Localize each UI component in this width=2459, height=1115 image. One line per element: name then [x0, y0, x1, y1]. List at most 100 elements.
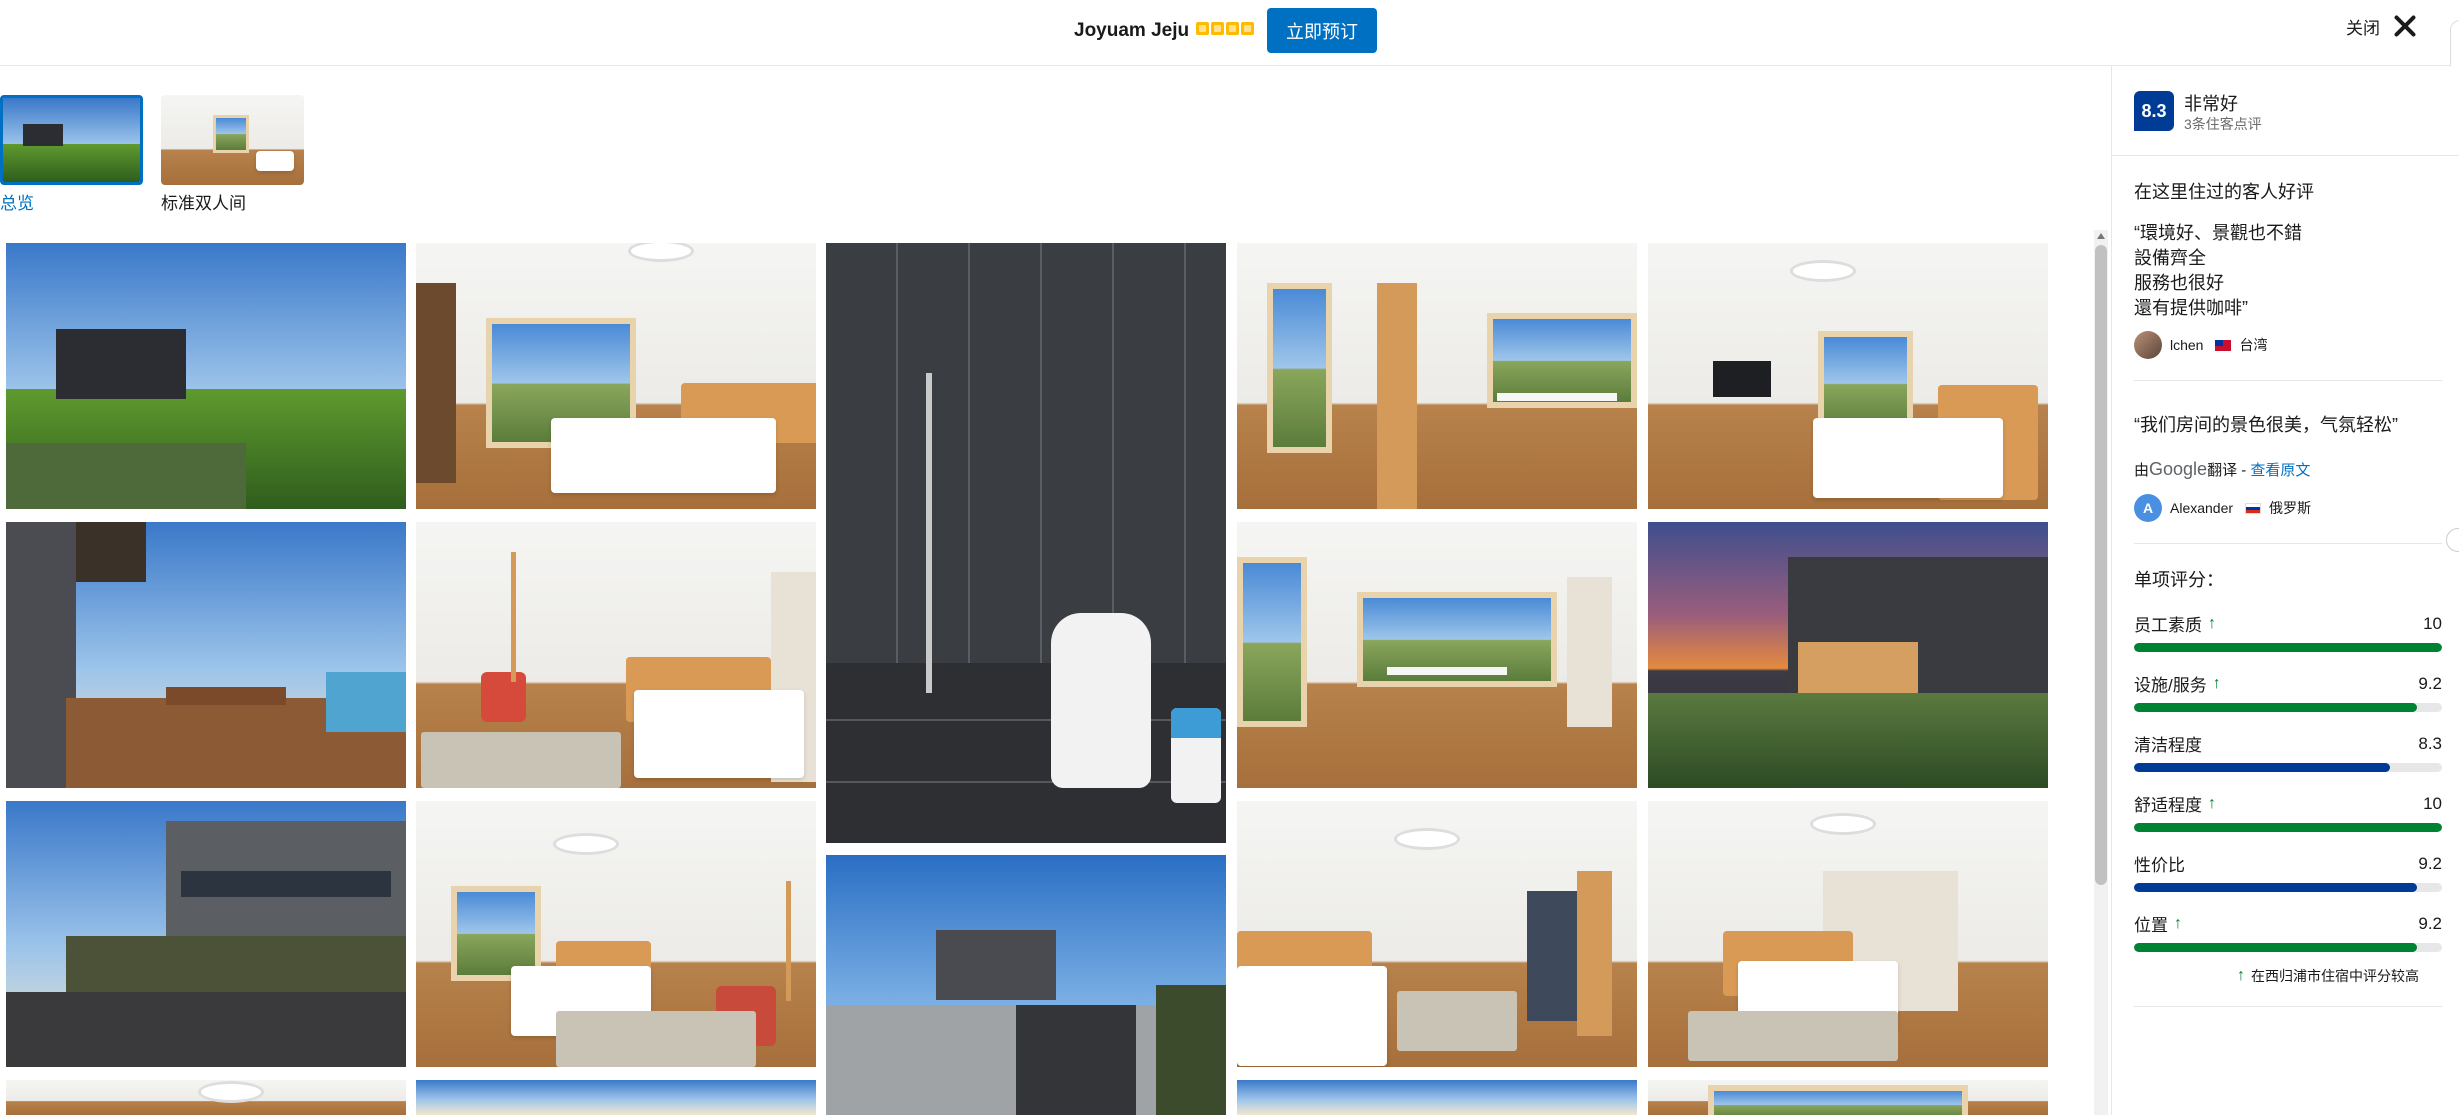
view-original-link[interactable]: 查看原文: [2250, 462, 2310, 479]
gallery-photo[interactable]: [416, 801, 816, 1067]
category-label: 清洁程度: [2134, 736, 2202, 755]
close-label: 关闭: [2346, 18, 2380, 38]
tab-label: 标准双人间: [161, 194, 246, 213]
hotel-name: Joyuam Jeju: [1074, 20, 1190, 41]
gallery-photo[interactable]: [1648, 801, 2048, 1067]
scrollbar-thumb[interactable]: [2095, 245, 2107, 885]
gallery-scrollbar[interactable]: [2094, 230, 2108, 1115]
tab-standard-double-thumbnail: [161, 95, 304, 185]
review-score-word: 非常好: [2184, 94, 2238, 114]
score-bar: [2134, 703, 2442, 712]
category-label: 舒适程度: [2134, 796, 2202, 815]
arrow-up-icon: ↑: [2208, 614, 2216, 632]
gallery-photo[interactable]: [416, 243, 816, 509]
category-value: 9.2: [2418, 673, 2442, 693]
high-score-note: ↑ 在西归浦市住宿中评分较高: [2237, 966, 2419, 986]
gallery-photo[interactable]: [6, 522, 406, 788]
score-bar: [2134, 943, 2442, 952]
categories-title: 单项评分：: [2134, 570, 2224, 590]
category-score: 清洁程度 8.3: [2134, 731, 2442, 772]
category-value: 9.2: [2418, 853, 2442, 873]
category-score: 性价比 9.2: [2134, 851, 2442, 892]
close-icon: [2392, 13, 2418, 39]
score-bar-fill: [2134, 883, 2418, 892]
gallery-photo[interactable]: [6, 1080, 406, 1115]
category-score: 员工素质 ↑ 10: [2134, 611, 2442, 652]
gallery-photo[interactable]: [1648, 1080, 2048, 1115]
tab-label: 总览: [0, 194, 34, 213]
tab-overview-thumbnail: [0, 95, 143, 185]
arrow-up-icon: ↑: [2212, 674, 2221, 692]
divider: [2112, 155, 2459, 156]
score-bar: [2134, 763, 2442, 772]
quote-line: 還有提供咖啡”: [2134, 298, 2248, 318]
review-count[interactable]: 3条住客点评: [2184, 114, 2262, 134]
gallery-photo[interactable]: [826, 243, 1226, 843]
divider: [2134, 543, 2442, 544]
review-panel: 8.3 非常好 3条住客点评 在这里住过的客人好评 “環境好、景觀也不錯 設備齊…: [2111, 66, 2459, 1115]
category-value: 10: [2423, 793, 2442, 813]
reviewer-country: 俄罗斯: [2269, 500, 2312, 516]
reviewer-name: lchen: [2170, 337, 2204, 353]
arrow-up-icon: ↑: [2237, 967, 2245, 984]
score-bar: [2134, 643, 2442, 652]
arrow-up-icon: ↑: [2174, 914, 2182, 932]
quote-line: 服務也很好: [2134, 273, 2224, 293]
translation-suffix: 翻译 -: [2207, 462, 2251, 479]
gallery-photo[interactable]: [6, 243, 406, 509]
category-score: 设施/服务 ↑ 9.2: [2134, 671, 2442, 712]
quote-line: “我们房间的景色很美，气氛轻松”: [2134, 415, 2398, 435]
avatar: A: [2134, 494, 2162, 522]
divider: [2134, 380, 2442, 381]
category-value: 9.2: [2418, 913, 2442, 933]
score-bar-fill: [2134, 823, 2442, 832]
category-value: 10: [2423, 613, 2442, 633]
star-icon: [1196, 22, 1209, 35]
category-score: 舒适程度 ↑ 10: [2134, 791, 2442, 832]
gallery-photo[interactable]: [1648, 243, 2048, 509]
category-label: 位置: [2134, 916, 2168, 935]
score-bar: [2134, 823, 2442, 832]
review-score-badge: 8.3: [2134, 91, 2174, 131]
high-score-note-text: 在西归浦市住宿中评分较高: [2251, 968, 2419, 984]
gallery-photo[interactable]: [1237, 522, 1637, 788]
gallery-photo[interactable]: [1237, 1080, 1637, 1115]
score-bar-fill: [2134, 763, 2390, 772]
gallery-photo[interactable]: [1237, 243, 1637, 509]
arrow-up-icon: ↑: [2208, 794, 2216, 812]
tab-overview[interactable]: 总览: [0, 95, 143, 214]
reviewer-info: A Alexander 俄罗斯: [2134, 494, 2311, 522]
top-bar: Joyuam Jeju 立即预订 关闭: [0, 0, 2459, 66]
star-icon: [1211, 22, 1224, 35]
score-bar-fill: [2134, 703, 2418, 712]
close-button[interactable]: 关闭: [2346, 13, 2418, 39]
score-bar-fill: [2134, 643, 2442, 652]
taiwan-flag-icon: [2215, 339, 2232, 351]
star-icon: [1241, 22, 1254, 35]
review-quote: “環境好、景觀也不錯 設備齊全 服務也很好 還有提供咖啡”: [2134, 221, 2302, 321]
gallery-photo[interactable]: [416, 1080, 816, 1115]
gallery-photo[interactable]: [6, 801, 406, 1067]
category-score: 位置 ↑ 9.2: [2134, 911, 2442, 952]
reviewer-name: Alexander: [2170, 500, 2234, 516]
review-quote: “我们房间的景色很美，气氛轻松”: [2134, 413, 2398, 438]
book-now-button[interactable]: 立即预订: [1267, 8, 1377, 53]
gallery-photo[interactable]: [416, 522, 816, 788]
reviewer-info: lchen 台湾: [2134, 331, 2267, 359]
gallery-photo[interactable]: [1237, 801, 1637, 1067]
score-bar-fill: [2134, 943, 2418, 952]
category-label: 性价比: [2134, 856, 2185, 875]
category-value: 8.3: [2418, 733, 2442, 753]
tab-standard-double[interactable]: 标准双人间: [161, 95, 304, 214]
scroll-up-icon[interactable]: [2097, 233, 2105, 239]
quote-line: 設備齊全: [2134, 248, 2206, 268]
quote-line: “環境好、景觀也不錯: [2134, 223, 2302, 243]
reviewer-country: 台湾: [2239, 337, 2268, 353]
gallery-photo[interactable]: [1648, 522, 2048, 788]
gallery-photo[interactable]: [826, 855, 1226, 1115]
russia-flag-icon: [2245, 502, 2262, 514]
google-logo: Google: [2149, 459, 2208, 479]
category-label: 员工素质: [2134, 616, 2202, 635]
star-icon: [1226, 22, 1239, 35]
score-bar: [2134, 883, 2442, 892]
